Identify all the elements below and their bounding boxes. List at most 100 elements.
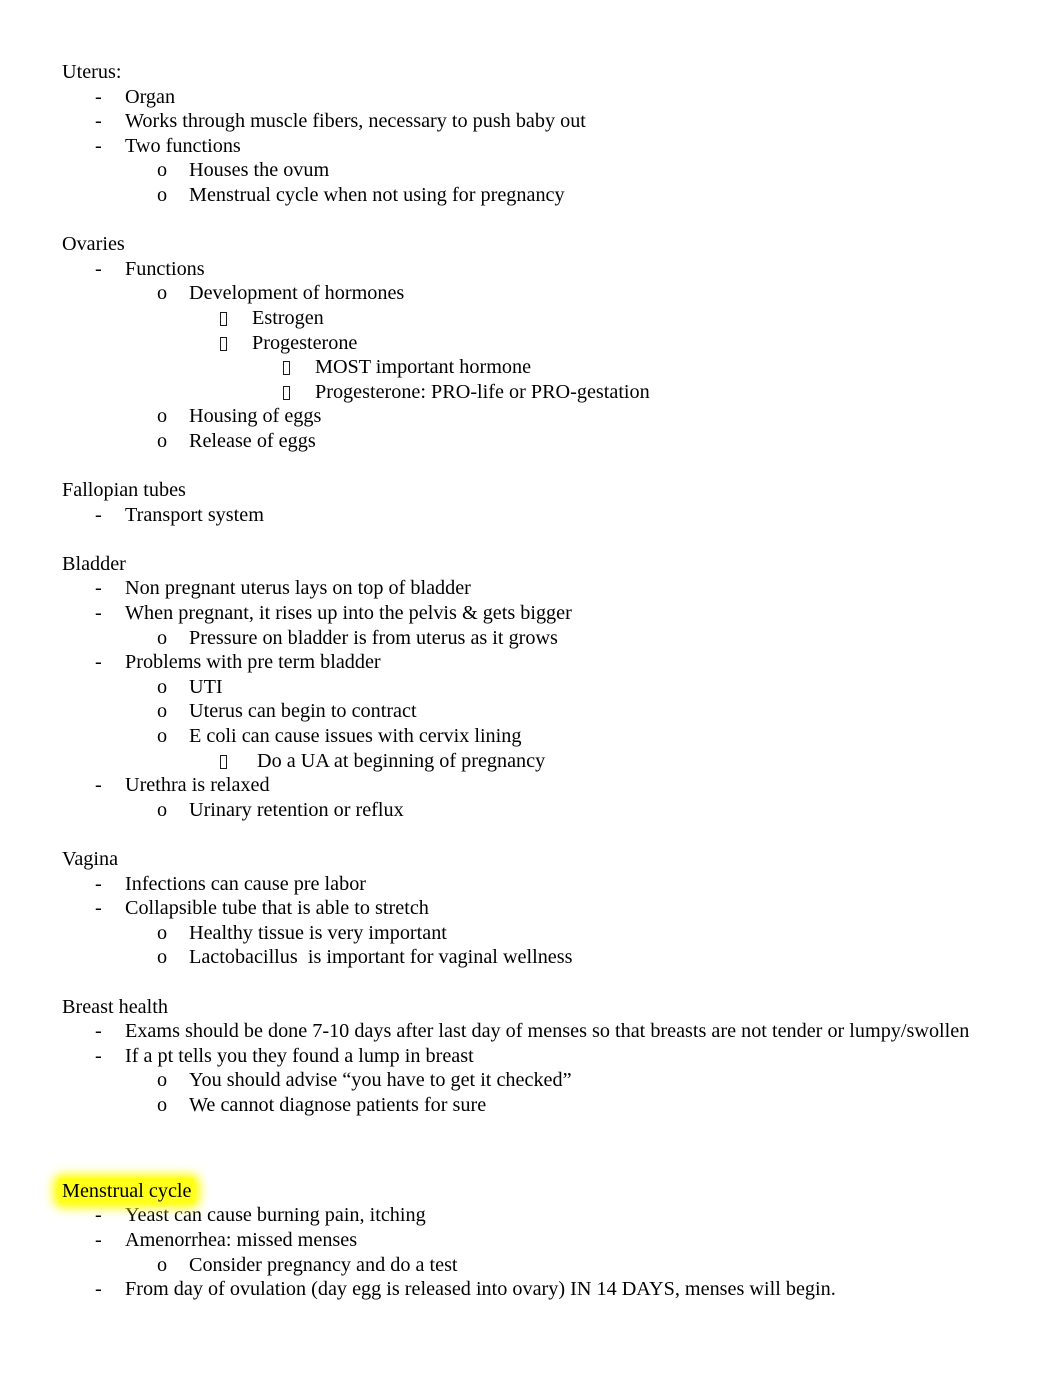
bullet-marker-circle: o xyxy=(157,921,168,944)
list-item: Progesterone xyxy=(62,331,972,356)
list-item: Progesterone: PRO-life or PRO-gestation xyxy=(62,380,972,405)
bullet-marker-circle: o xyxy=(157,1093,168,1116)
bullet-marker-circle: o xyxy=(157,282,168,305)
list-item: o You should advise “you have to get it c… xyxy=(62,1068,972,1093)
bullet-marker-dash: - xyxy=(95,503,102,526)
list-item-text: Two functions xyxy=(125,134,241,157)
bullet-marker-dash: - xyxy=(95,110,102,133)
bullet-marker-dash: - xyxy=(95,85,102,108)
bullet-marker-circle: o xyxy=(157,405,168,428)
list-item-text: Release of eggs xyxy=(189,429,316,452)
list-item: o Housing of eggs xyxy=(62,404,972,429)
list-item-text: If a pt tells you they found a lump in b… xyxy=(125,1044,474,1067)
missing-glyph-box-icon xyxy=(283,385,290,400)
list-item-text: Yeast can cause burning pain, itching xyxy=(125,1204,426,1227)
list-item-text: Consider pregnancy and do a test xyxy=(189,1253,458,1276)
list-item-text: Amenorrhea: missed menses xyxy=(125,1228,358,1251)
section-heading: Ovaries xyxy=(62,233,125,256)
section-heading: Menstrual cycle xyxy=(58,1177,972,1204)
list-item: - Functions xyxy=(62,257,972,282)
list-item-text: Do a UA at beginning of pregnancy xyxy=(252,749,546,772)
list-item-text: Lactobacillus is important for vaginal w… xyxy=(189,946,573,969)
document-page: Uterus: - Organ - Works through muscle fiber… xyxy=(0,0,1062,1377)
bullet-marker-dash: - xyxy=(95,134,102,157)
bullet-marker-dash: - xyxy=(95,1044,102,1067)
list-item: MOST important hormone xyxy=(62,355,972,380)
list-item-text: Infections can cause pre labor xyxy=(125,872,367,895)
list-item: - If a pt tells you they found a lump in … xyxy=(62,1044,972,1069)
bullet-marker-missing-glyph-icon xyxy=(220,306,252,331)
list-item-text: Development of hormones xyxy=(189,282,405,305)
list-item-text: Collapsible tube that is able to stretch xyxy=(125,897,429,920)
list-item-text: You should advise “you have to get it ch… xyxy=(189,1069,572,1092)
section-heading: Fallopian tubes xyxy=(62,479,186,502)
list-item-text: Organ xyxy=(125,85,176,108)
list-item-text: UTI xyxy=(189,675,223,698)
list-item-text: Works through muscle fibers, necessary t… xyxy=(125,110,586,133)
bullet-marker-circle: o xyxy=(157,159,168,182)
list-item: - From day of ovulation (day egg is relea… xyxy=(62,1277,972,1302)
list-item: o UTI xyxy=(62,675,972,700)
missing-glyph-box-icon xyxy=(220,336,227,351)
bullet-marker-circle: o xyxy=(157,183,168,206)
list-item: - Problems with pre term bladder xyxy=(62,650,972,675)
list-item: o Pressure on bladder is from uterus as i… xyxy=(62,626,972,651)
list-item: o Consider pregnancy and do a test xyxy=(62,1253,972,1278)
list-item-text: Urethra is relaxed xyxy=(125,774,270,797)
list-item-text: From day of ovulation (day egg is releas… xyxy=(125,1278,836,1301)
bullet-marker-dash: - xyxy=(95,1278,102,1301)
list-item: o E coli can cause issues with cervix lin… xyxy=(62,724,972,749)
list-item-text: Urinary retention or reflux xyxy=(189,798,404,821)
bullet-marker-dash: - xyxy=(95,897,102,920)
list-item: - Non pregnant uterus lays on top of blad… xyxy=(62,576,972,601)
section-heading-text: Menstrual cycle xyxy=(62,1179,192,1202)
bullet-marker-dash: - xyxy=(95,872,102,895)
section-heading: Breast health xyxy=(62,995,168,1018)
bullet-marker-missing-glyph-icon xyxy=(220,331,252,356)
bullet-marker-circle: o xyxy=(157,626,168,649)
missing-glyph-box-icon xyxy=(283,361,290,376)
list-item: o Uterus can begin to contract xyxy=(62,699,972,724)
list-item: - Exams should be done 7-10 days after la… xyxy=(62,1019,972,1044)
bullet-marker-dash: - xyxy=(95,1020,102,1043)
bullet-marker-circle: o xyxy=(157,725,168,748)
list-item-text: Pressure on bladder is from uterus as it… xyxy=(189,626,558,649)
list-item-text: Houses the ovum xyxy=(189,159,330,182)
bullet-marker-circle: o xyxy=(157,1253,168,1276)
section-heading: Vagina xyxy=(62,848,119,870)
list-item-text: Uterus can begin to contract xyxy=(189,700,417,723)
list-item: - When pregnant, it rises up into the pel… xyxy=(62,601,972,626)
list-item: - Transport system xyxy=(62,503,972,528)
list-item: - Organ xyxy=(62,85,972,110)
list-item-text: Problems with pre term bladder xyxy=(125,651,381,674)
bullet-marker-dash: - xyxy=(95,257,102,280)
bullet-marker-dash: - xyxy=(95,602,102,625)
list-item: - Urethra is relaxed xyxy=(62,773,972,798)
list-item: o We cannot diagnose patients for sure xyxy=(62,1093,972,1118)
list-item: o Development of hormones xyxy=(62,281,972,306)
list-item: o Urinary retention or reflux xyxy=(62,798,972,823)
bullet-marker-circle: o xyxy=(157,700,168,723)
list-item: o Houses the ovum xyxy=(62,158,972,183)
list-item-text: Functions xyxy=(125,257,205,280)
list-item-text: Progesterone xyxy=(252,331,358,354)
list-item: Estrogen xyxy=(62,306,972,331)
notes-body: Uterus: - Organ - Works through muscle fiber… xyxy=(0,0,1062,1302)
bullet-marker-dash: - xyxy=(95,774,102,797)
missing-glyph-box-icon xyxy=(220,754,227,769)
list-item-text: Transport system xyxy=(125,503,264,526)
bullet-marker-circle: o xyxy=(157,1069,168,1092)
bullet-marker-missing-glyph-icon xyxy=(283,355,315,380)
list-item-text: When pregnant, it rises up into the pelv… xyxy=(125,602,572,625)
list-item-text: Housing of eggs xyxy=(189,405,322,428)
list-item: - Infections can cause pre labor xyxy=(62,872,972,897)
list-item-text: Menstrual cycle when not using for pregn… xyxy=(189,183,565,206)
section-heading: Uterus: xyxy=(62,61,122,83)
